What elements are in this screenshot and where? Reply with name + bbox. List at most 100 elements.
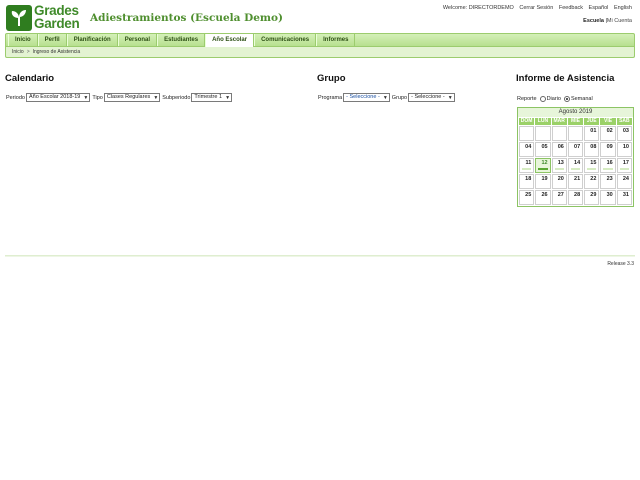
- calendar-day[interactable]: 24: [616, 174, 632, 189]
- calendar-day[interactable]: 27: [551, 190, 567, 205]
- chevron-down-icon: ▼: [153, 95, 159, 101]
- nav-item-comunicaciones[interactable]: Comunicaciones: [254, 34, 317, 46]
- calendar-day[interactable]: 25: [519, 190, 535, 205]
- grupo-filters: Programa - Seleccione - ▼ Grupo - Selecci…: [318, 93, 457, 102]
- school-title: Adiestramientos (Escuela Demo): [90, 12, 283, 24]
- calendar-day-empty: [567, 126, 584, 141]
- calendar-day[interactable]: 15: [584, 158, 600, 173]
- calendar-day-number: 23: [606, 176, 613, 182]
- calendar-day[interactable]: 09: [600, 142, 616, 157]
- reporte-label: Reporte: [517, 96, 537, 102]
- tipo-select[interactable]: Clases Regulares ▼: [103, 93, 161, 102]
- calendar-day[interactable]: 22: [584, 174, 600, 189]
- semanal-label[interactable]: Semanal: [571, 96, 593, 102]
- calendar-day-number: 06: [557, 144, 564, 150]
- calendar-day[interactable]: 12: [535, 158, 551, 173]
- week-highlight-bar: [587, 168, 597, 170]
- calendar-day[interactable]: 04: [519, 142, 535, 157]
- calendar-day-number: 09: [606, 144, 613, 150]
- calendar-day-number: 14: [574, 160, 581, 166]
- brand-line-2: Garden: [34, 16, 80, 31]
- calendar-day-number: 22: [590, 176, 597, 182]
- calendar-day[interactable]: 28: [567, 190, 584, 205]
- calendar-day[interactable]: 10: [616, 142, 632, 157]
- breadcrumb-separator: >: [26, 49, 30, 55]
- grades-garden-logo[interactable]: Grades Garden: [6, 4, 84, 31]
- english-link[interactable]: English: [614, 5, 632, 11]
- programa-select[interactable]: - Seleccione - ▼: [343, 93, 390, 102]
- logout-link[interactable]: Cerrar Sesión: [519, 5, 553, 11]
- calendar-day-number: 10: [622, 144, 629, 150]
- subperiodo-select[interactable]: Trimestre 1 ▼: [191, 93, 233, 102]
- calendar-day[interactable]: 20: [551, 174, 567, 189]
- footer-divider: [5, 255, 635, 257]
- nav-item-personal[interactable]: Personal: [117, 34, 158, 46]
- chevron-down-icon: ▼: [447, 95, 453, 101]
- calendar-grid: 01 02 03 04 05 06 07 08 09 10 11 12 13 14 15 16 17 18 19 20…: [518, 125, 633, 206]
- calendar-day-number: 01: [590, 128, 597, 134]
- week-highlight-bar: [554, 168, 564, 170]
- calendario-filters: Periodo Año Escolar 2018-19 ▼ Tipo Clases…: [6, 93, 234, 102]
- calendar-day-number: 24: [622, 176, 629, 182]
- calendar-day-number: 15: [590, 160, 597, 166]
- nav-item-informes[interactable]: Informes: [316, 34, 356, 46]
- school-link[interactable]: Escuela: [583, 18, 604, 24]
- weekday-header: MIÉ: [567, 118, 584, 125]
- spanish-link[interactable]: Español: [589, 5, 609, 11]
- weekday-header: MAR: [551, 118, 567, 125]
- calendar-day[interactable]: 16: [600, 158, 616, 173]
- calendar-day-empty: [535, 126, 551, 141]
- calendar-day-number: 16: [606, 160, 613, 166]
- diario-label[interactable]: Diario: [547, 96, 561, 102]
- calendar-day[interactable]: 13: [551, 158, 567, 173]
- my-account-link[interactable]: Mi Cuenta: [607, 18, 632, 24]
- calendar-day-number: 03: [622, 128, 629, 134]
- calendar-day[interactable]: 03: [616, 126, 632, 141]
- grupo-title: Grupo: [317, 73, 346, 84]
- semanal-radio[interactable]: [563, 96, 570, 102]
- periodo-select[interactable]: Año Escolar 2018-19 ▼: [25, 93, 91, 102]
- calendar-day-number: 04: [525, 144, 532, 150]
- calendar-day[interactable]: 08: [584, 142, 600, 157]
- week-highlight-bar: [522, 168, 532, 170]
- nav-item-planificacion[interactable]: Planificación: [66, 34, 118, 46]
- calendar-day[interactable]: 29: [584, 190, 600, 205]
- calendar-day[interactable]: 17: [616, 158, 632, 173]
- calendar-day-number: 30: [606, 192, 613, 198]
- weekday-header: JUE: [584, 118, 600, 125]
- calendar-day[interactable]: 31: [616, 190, 632, 205]
- calendar-month-label: Agosto 2019: [518, 108, 633, 117]
- grupo-select[interactable]: - Seleccione - ▼: [408, 93, 455, 102]
- school-links: Escuela |Mi Cuenta: [583, 18, 632, 24]
- calendar-day[interactable]: 21: [567, 174, 584, 189]
- calendar-day[interactable]: 26: [535, 190, 551, 205]
- nav-item-ano-escolar[interactable]: Año Escolar: [205, 34, 255, 47]
- calendar-day[interactable]: 18: [519, 174, 535, 189]
- calendar-day-number: 05: [541, 144, 548, 150]
- week-highlight-bar: [619, 168, 629, 170]
- calendar-day-number: 07: [574, 144, 581, 150]
- calendar-day[interactable]: 11: [519, 158, 535, 173]
- calendar-day[interactable]: 19: [535, 174, 551, 189]
- calendar-day-number: 02: [606, 128, 613, 134]
- calendar-day[interactable]: 23: [600, 174, 616, 189]
- weekday-header: LUN: [535, 118, 551, 125]
- programa-value: - Seleccione -: [346, 94, 380, 100]
- main-nav: Inicio Perfil Planificación Personal Est…: [5, 33, 635, 47]
- calendar-day-number: 19: [541, 176, 548, 182]
- calendar-day[interactable]: 06: [551, 142, 567, 157]
- weekday-header: DOM: [519, 118, 535, 125]
- calendar-day[interactable]: 01: [584, 126, 600, 141]
- calendar-day[interactable]: 05: [535, 142, 551, 157]
- nav-item-estudiantes[interactable]: Estudiantes: [157, 34, 206, 46]
- chevron-down-icon: ▼: [382, 95, 388, 101]
- nav-item-inicio[interactable]: Inicio: [8, 34, 38, 46]
- diario-radio[interactable]: [539, 96, 546, 102]
- calendar-day[interactable]: 07: [567, 142, 584, 157]
- breadcrumb-home[interactable]: Inicio: [12, 49, 24, 55]
- nav-item-perfil[interactable]: Perfil: [37, 34, 67, 46]
- calendar-day[interactable]: 02: [600, 126, 616, 141]
- calendar-day[interactable]: 14: [567, 158, 584, 173]
- calendar-day[interactable]: 30: [600, 190, 616, 205]
- feedback-link[interactable]: Feedback: [559, 5, 583, 11]
